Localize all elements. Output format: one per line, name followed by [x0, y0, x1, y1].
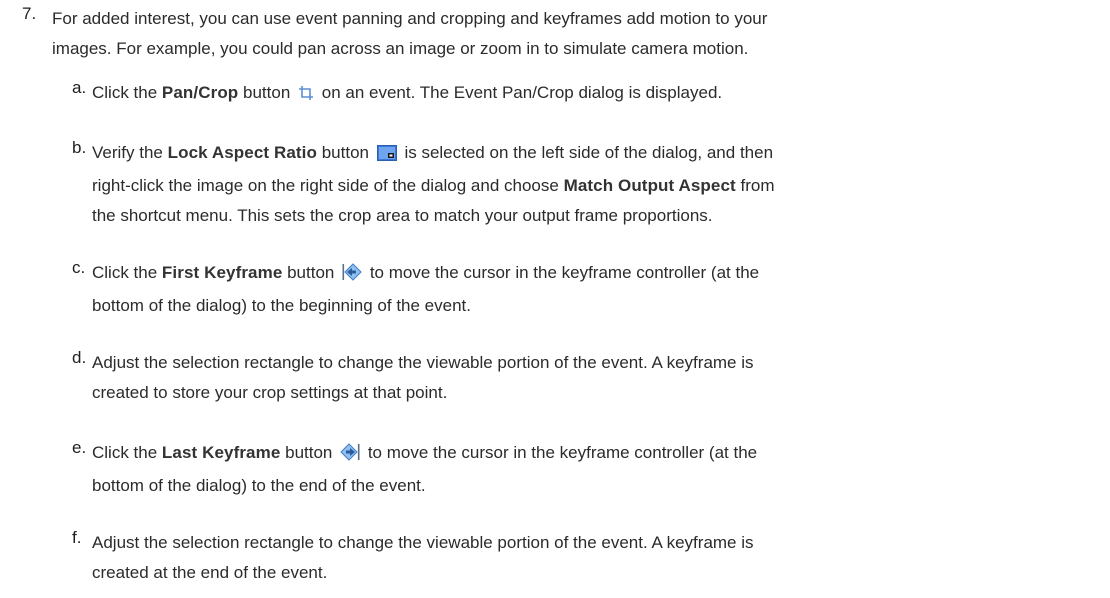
text-fragment: from: [735, 176, 775, 195]
ui-term-lock-aspect-ratio: Lock Aspect Ratio: [167, 143, 317, 162]
step-7-text: For added interest, you can use event pa…: [52, 4, 1092, 64]
substep-e-text: Click the Last Keyframe button to move t…: [92, 438, 1097, 501]
ui-term-last-keyframe: Last Keyframe: [161, 443, 281, 462]
text-fragment: to move the cursor in the keyframe contr…: [365, 263, 760, 282]
first-keyframe-icon: [342, 261, 362, 291]
substep-f-text: Adjust the selection rectangle to change…: [92, 528, 1097, 588]
substep-letter: c.: [72, 258, 86, 277]
substep-d-line-2: created to store your crop settings at t…: [92, 383, 448, 402]
step-7-line-2: images. For example, you could pan acros…: [52, 39, 749, 58]
pan-crop-icon: [298, 81, 314, 111]
text-fragment: to move the cursor in the keyframe contr…: [363, 443, 758, 462]
text-fragment: Verify the: [92, 143, 168, 162]
text-fragment: Click the: [92, 263, 162, 282]
substep-c-line-2: bottom of the dialog) to the beginning o…: [92, 296, 471, 315]
substep-a-text: Click the Pan/Crop button on an event. T…: [92, 78, 1097, 111]
text-fragment: button: [238, 83, 296, 102]
ui-term-pan-crop: Pan/Crop: [161, 83, 239, 102]
text-fragment: on an event. The Event Pan/Crop dialog i…: [317, 83, 723, 102]
substep-b-line-1: Verify the Lock Aspect Ratio button is s…: [92, 138, 1097, 171]
text-fragment: Click the: [92, 443, 162, 462]
substep-letter: f.: [72, 528, 82, 547]
substep-f-line-2: created at the end of the event.: [92, 563, 328, 582]
text-fragment: button: [282, 263, 340, 282]
ui-term-first-keyframe: First Keyframe: [161, 263, 283, 282]
lock-aspect-ratio-icon: [376, 141, 397, 171]
substep-letter: b.: [72, 138, 87, 157]
substep-letter: a.: [72, 78, 87, 97]
substep-d-line-1: Adjust the selection rectangle to change…: [92, 353, 754, 372]
text-fragment: is selected on the left side of the dial…: [399, 143, 774, 162]
text-fragment: button: [317, 143, 374, 162]
substep-b-line-2: right-click the image on the right side …: [92, 171, 1097, 201]
substep-d-text: Adjust the selection rectangle to change…: [92, 348, 1097, 408]
document-page: 7. For added interest, you can use event…: [0, 0, 1110, 598]
last-keyframe-icon: [340, 441, 360, 471]
substep-c-line-1: Click the First Keyframe button to move …: [92, 258, 1097, 291]
text-fragment: right-click the image on the right side …: [92, 176, 564, 195]
substep-b-line-3: the shortcut menu. This sets the crop ar…: [92, 206, 713, 225]
substep-f-line-1: Adjust the selection rectangle to change…: [92, 533, 754, 552]
substep-e-line-2: bottom of the dialog) to the end of the …: [92, 476, 426, 495]
step-7-line-1: For added interest, you can use event pa…: [52, 9, 768, 28]
substep-letter: e.: [72, 438, 87, 457]
substep-e-line-1: Click the Last Keyframe button to move t…: [92, 438, 1097, 471]
text-fragment: Click the: [92, 83, 162, 102]
step-number: 7.: [22, 4, 37, 23]
text-fragment: button: [280, 443, 338, 462]
substep-c-text: Click the First Keyframe button to move …: [92, 258, 1097, 321]
substep-letter: d.: [72, 348, 87, 367]
ui-term-match-output-aspect: Match Output Aspect: [563, 176, 736, 195]
substep-b-text: Verify the Lock Aspect Ratio button is s…: [92, 138, 1097, 231]
